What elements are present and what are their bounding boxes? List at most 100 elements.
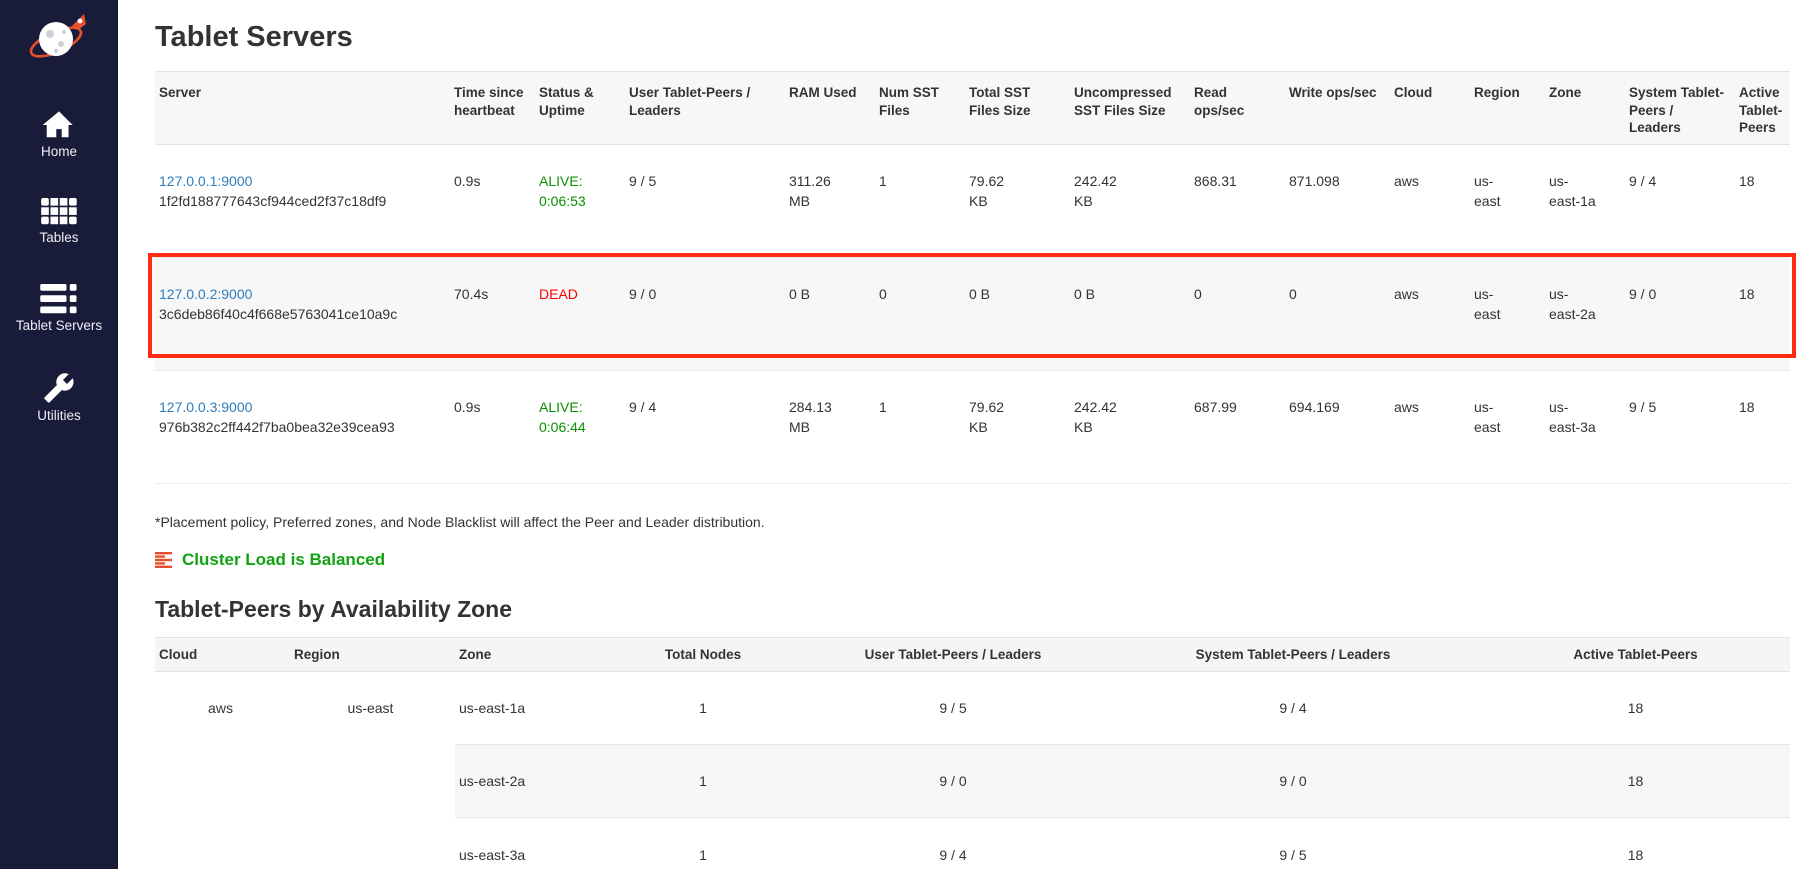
server-uuid: 1f2fd188777643cf944ced2f37c18df9 <box>159 193 386 209</box>
sidebar: Home Tables Tablet Servers <box>0 0 118 869</box>
col-heartbeat: Time since heartbeat <box>450 71 535 144</box>
cell-system-peers: 9 / 5 <box>1625 370 1735 483</box>
sidebar-item-label: Home <box>0 145 118 160</box>
server-uuid: 3c6deb86f40c4f668e5763041ce10a9c <box>159 306 397 322</box>
sidebar-item-tablet-servers[interactable]: Tablet Servers <box>0 284 118 334</box>
uptime-value: 0:06:44 <box>539 419 586 435</box>
cell-system-peers: 9 / 0 <box>1625 257 1735 370</box>
sidebar-item-utilities[interactable]: Utilities <box>0 372 118 424</box>
col-zone: Zone <box>455 638 605 672</box>
cell-total-nodes: 1 <box>605 818 805 891</box>
az-header-row: Cloud Region Zone Total Nodes User Table… <box>155 638 1790 672</box>
cell-active-peers: 18 <box>1485 672 1790 745</box>
az-section-title: Tablet-Peers by Availability Zone <box>155 596 1790 624</box>
sidebar-item-home[interactable]: Home <box>0 110 118 160</box>
utilities-icon <box>43 372 75 404</box>
table-row: aws us-east us-east-1a 1 9 / 5 9 / 4 18 <box>155 672 1790 745</box>
main-content: Tablet Servers Server Time since heartbe… <box>118 0 1805 891</box>
cell-region: us-east <box>1474 397 1516 438</box>
page-title: Tablet Servers <box>155 20 1790 55</box>
status-badge: ALIVE: <box>539 399 583 415</box>
col-status: Status & Uptime <box>535 71 625 144</box>
cell-num-sst: 1 <box>875 144 965 257</box>
status-badge: DEAD <box>539 286 578 302</box>
col-region: Region <box>290 638 455 672</box>
cell-zone: us-east-3a <box>455 818 605 891</box>
sidebar-item-label: Tables <box>0 231 118 246</box>
home-icon <box>42 110 76 140</box>
col-user-peers: User Tablet-Peers / Leaders <box>625 71 785 144</box>
uptime-value: 0:06:53 <box>539 193 586 209</box>
cell-user-peers: 9 / 5 <box>625 144 785 257</box>
cell-cloud: aws <box>155 672 290 891</box>
cell-region: us-east <box>1474 284 1516 325</box>
cell-region: us-east <box>1474 171 1516 212</box>
cell-cloud: aws <box>1390 257 1470 370</box>
status-badge: ALIVE: <box>539 173 583 189</box>
cell-heartbeat: 0.9s <box>450 370 535 483</box>
server-address-link[interactable]: 127.0.0.1:9000 <box>159 173 252 189</box>
col-system-peers: System Tablet-Peers / Leaders <box>1625 71 1735 144</box>
cell-write-ops: 871.098 <box>1285 144 1390 257</box>
cell-system-peers: 9 / 0 <box>1105 745 1485 818</box>
cell-zone: us-east-2a <box>455 745 605 818</box>
cell-active-peers: 18 <box>1735 370 1790 483</box>
cell-zone: us-east-1a <box>1549 171 1599 212</box>
cell-zone: us-east-3a <box>1549 397 1599 438</box>
cell-ram: 311.26 MB <box>789 171 843 212</box>
cell-total-nodes: 1 <box>605 672 805 745</box>
cell-uncompressed-sst: 0 B <box>1074 284 1095 304</box>
cell-uncompressed-sst: 242.42 KB <box>1074 397 1128 438</box>
col-active-peers: Active Tablet-Peers <box>1735 71 1790 144</box>
cell-ram: 284.13 MB <box>789 397 843 438</box>
cell-heartbeat: 0.9s <box>450 144 535 257</box>
cell-user-peers: 9 / 0 <box>805 745 1105 818</box>
cell-sst-size: 79.62 KB <box>969 397 1023 438</box>
tables-icon <box>41 198 77 226</box>
cell-active-peers: 18 <box>1735 257 1790 370</box>
cell-write-ops: 0 <box>1285 257 1390 370</box>
server-address-link[interactable]: 127.0.0.2:9000 <box>159 286 252 302</box>
col-server: Server <box>155 71 450 144</box>
col-region: Region <box>1470 71 1545 144</box>
sidebar-nav: Home Tables Tablet Servers <box>0 110 118 423</box>
table-row: 127.0.0.2:9000 3c6deb86f40c4f668e5763041… <box>155 257 1790 370</box>
col-user-peers: User Tablet-Peers / Leaders <box>805 638 1105 672</box>
cell-ram: 0 B <box>789 284 810 304</box>
load-balancer-icon <box>155 552 173 568</box>
sidebar-item-tables[interactable]: Tables <box>0 198 118 246</box>
server-address-link[interactable]: 127.0.0.3:9000 <box>159 399 252 415</box>
yugabyte-logo-icon[interactable] <box>28 10 90 68</box>
cell-system-peers: 9 / 4 <box>1105 672 1485 745</box>
cell-cloud: aws <box>1390 370 1470 483</box>
cell-system-peers: 9 / 5 <box>1105 818 1485 891</box>
cell-region: us-east <box>290 672 455 891</box>
cell-user-peers: 9 / 5 <box>805 672 1105 745</box>
col-active-peers: Active Tablet-Peers <box>1485 638 1790 672</box>
az-table: Cloud Region Zone Total Nodes User Table… <box>155 637 1790 891</box>
col-read-ops: Read ops/sec <box>1190 71 1285 144</box>
col-sst-size: Total SST Files Size <box>965 71 1070 144</box>
tablet-servers-table-wrap: Server Time since heartbeat Status & Upt… <box>155 71 1790 484</box>
cell-write-ops: 694.169 <box>1285 370 1390 483</box>
table-row: 127.0.0.1:9000 1f2fd188777643cf944ced2f3… <box>155 144 1790 257</box>
cluster-load-label: Cluster Load is Balanced <box>182 550 385 570</box>
col-zone: Zone <box>1545 71 1625 144</box>
cell-cloud: aws <box>1390 144 1470 257</box>
cell-num-sst: 0 <box>875 257 965 370</box>
cell-total-nodes: 1 <box>605 745 805 818</box>
cell-read-ops: 868.31 <box>1190 144 1285 257</box>
cell-heartbeat: 70.4s <box>450 257 535 370</box>
servers-header-row: Server Time since heartbeat Status & Upt… <box>155 71 1790 144</box>
placement-policy-note: *Placement policy, Preferred zones, and … <box>155 514 1790 530</box>
server-uuid: 976b382c2ff442f7ba0bea32e39cea93 <box>159 419 395 435</box>
cell-zone: us-east-2a <box>1549 284 1599 325</box>
col-cloud: Cloud <box>1390 71 1470 144</box>
cell-active-peers: 18 <box>1485 818 1790 891</box>
tablet-servers-table: Server Time since heartbeat Status & Upt… <box>155 71 1790 484</box>
cell-sst-size: 0 B <box>969 284 990 304</box>
tablet-servers-icon <box>40 284 78 314</box>
cell-num-sst: 1 <box>875 370 965 483</box>
cell-active-peers: 18 <box>1735 144 1790 257</box>
cluster-load-status: Cluster Load is Balanced <box>155 550 1790 570</box>
